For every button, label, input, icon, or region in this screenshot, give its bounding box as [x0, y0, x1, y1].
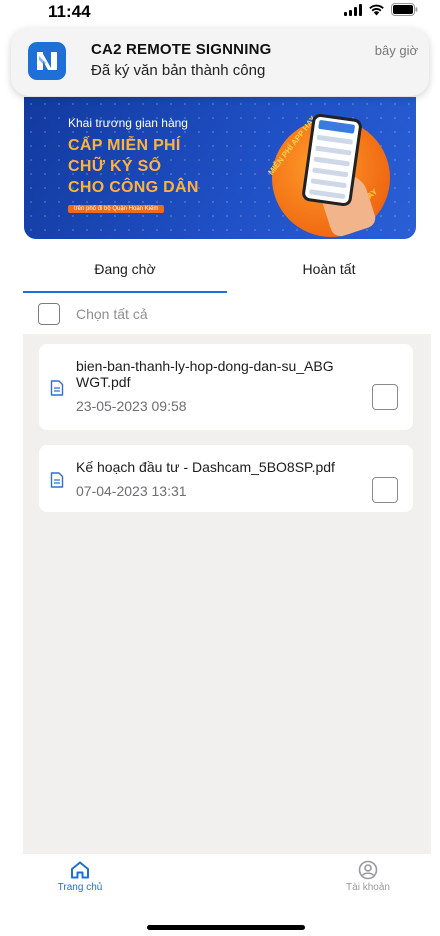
nav-home-label: Trang chủ [57, 882, 103, 893]
document-checkbox[interactable] [372, 384, 398, 410]
push-notification[interactable]: CA2 REMOTE SIGNNING Đã ký văn bản thành … [11, 28, 429, 96]
nav-account-label: Tài khoản [346, 882, 390, 893]
document-name: Kế hoạch đầu tư - Dashcam_5BO8SP.pdf [76, 459, 335, 475]
promo-location-tag: trên phố đi bộ Quận Hoàn Kiếm [68, 205, 165, 213]
app-screen: 11:44 CA2 REMOTE SIGNNING Đã ký văn bản … [0, 0, 440, 936]
tab-pending[interactable]: Đang chờ [23, 248, 227, 294]
document-icon [50, 380, 64, 396]
notification-title: CA2 REMOTE SIGNNING [91, 41, 272, 58]
document-item[interactable]: bien-ban-thanh-ly-hop-dong-dan-su_ABGWGT… [39, 344, 413, 430]
document-icon [50, 472, 64, 488]
document-tabs: Đang chờ Hoàn tất [0, 248, 440, 294]
active-tab-indicator [23, 291, 227, 293]
document-list: bien-ban-thanh-ly-hop-dong-dan-su_ABGWGT… [23, 334, 431, 854]
nav-home[interactable]: Trang chủ [40, 860, 120, 893]
select-all-row: Chọn tất cả [0, 296, 440, 334]
document-date: 23-05-2023 09:58 [76, 398, 187, 414]
document-date: 07-04-2023 13:31 [76, 483, 187, 499]
select-all-label: Chọn tất cả [76, 306, 148, 322]
status-time: 11:44 [48, 2, 91, 21]
document-item[interactable]: Kế hoạch đầu tư - Dashcam_5BO8SP.pdf 07-… [39, 445, 413, 512]
document-checkbox[interactable] [372, 477, 398, 503]
tab-completed[interactable]: Hoàn tất [227, 248, 431, 294]
home-indicator [147, 925, 305, 930]
status-icons [344, 3, 418, 16]
promo-headline-line3: CHO CÔNG DÂN [68, 179, 199, 196]
home-icon [40, 860, 120, 880]
promo-headline-line1: CẤP MIỄN PHÍ [68, 137, 181, 154]
account-icon [328, 860, 408, 880]
select-all-checkbox[interactable] [38, 303, 60, 325]
notification-message: Đã ký văn bản thành công [91, 62, 266, 79]
cellular-signal-icon [344, 3, 362, 16]
promo-kicker: Khai trương gian hàng [68, 116, 188, 130]
document-name: bien-ban-thanh-ly-hop-dong-dan-su_ABGWGT… [76, 358, 334, 390]
promo-headline-line2: CHỮ KÝ SỐ [68, 158, 162, 175]
nav-account[interactable]: Tài khoản [328, 860, 408, 893]
wifi-icon [368, 3, 385, 16]
battery-icon [391, 3, 418, 16]
bottom-navigation: Trang chủ Tài khoản [0, 854, 440, 906]
status-bar: 11:44 [0, 0, 440, 26]
notification-time: bây giờ [374, 43, 418, 58]
app-logo-icon [28, 42, 66, 80]
promo-banner[interactable]: Khai trương gian hàng CẤP MIỄN PHÍ CHỮ K… [24, 97, 416, 239]
